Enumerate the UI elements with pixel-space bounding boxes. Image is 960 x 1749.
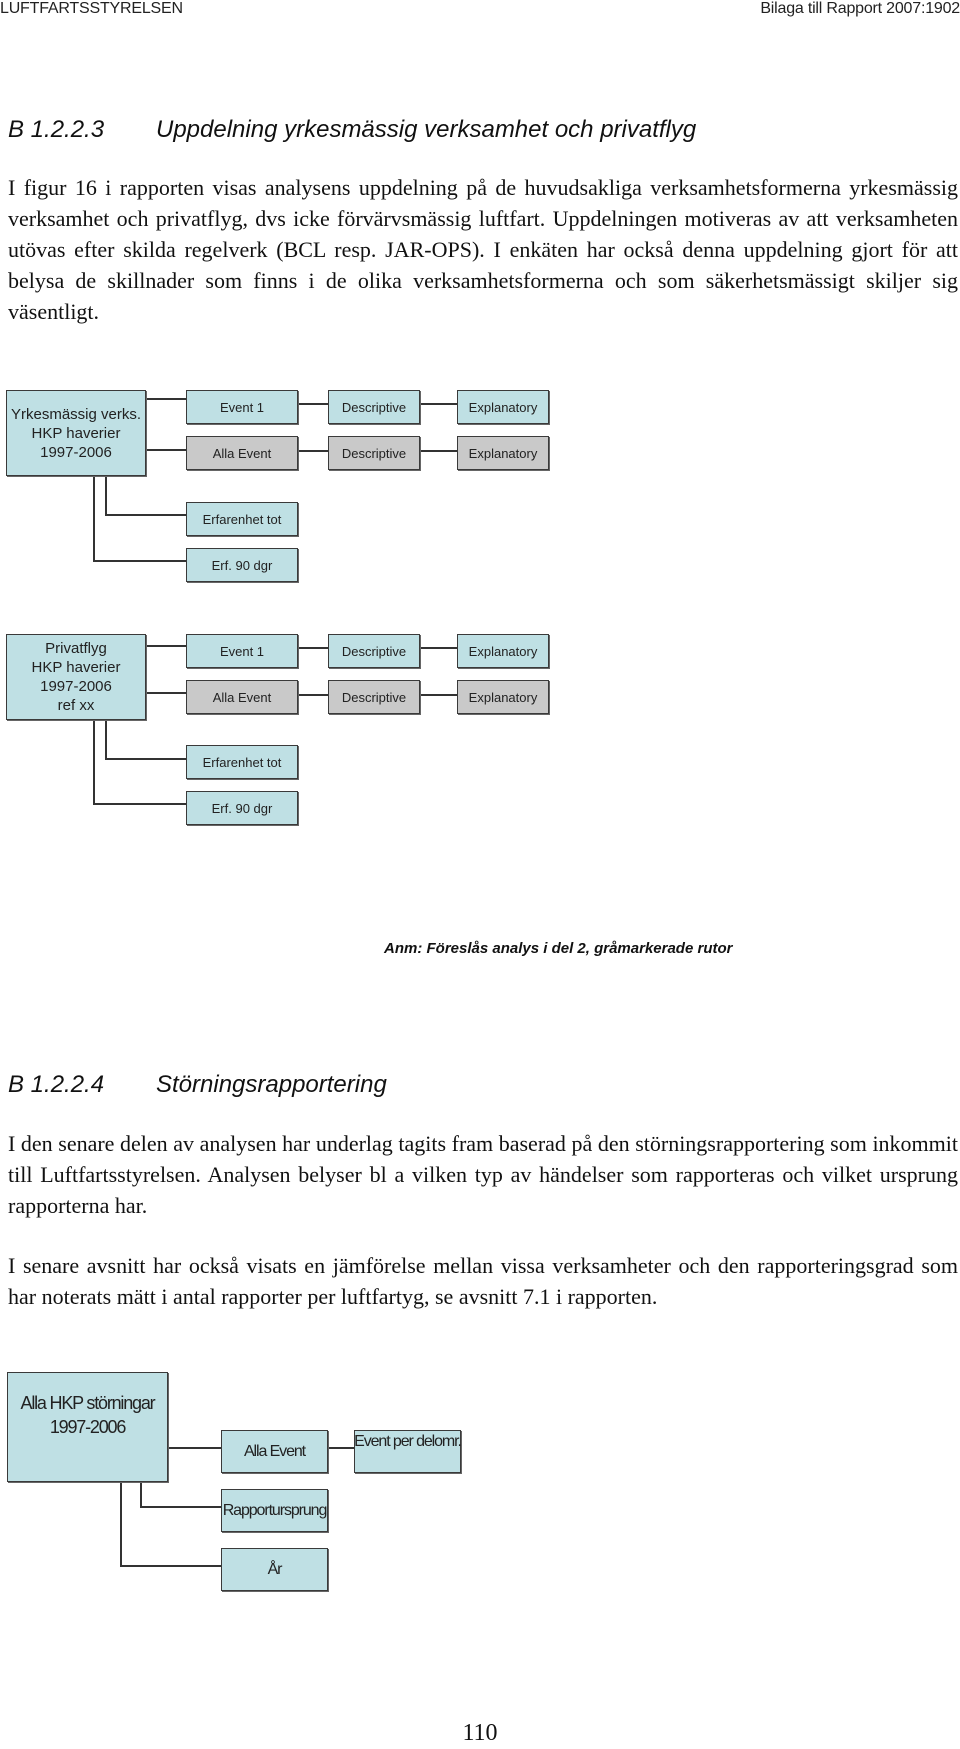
root-label-line: HKP haverier [31,424,121,442]
box-rapportursprung: Rapportursprung [221,1489,328,1532]
connector [120,1565,221,1567]
root-label-line: 1997-2006 [49,1417,126,1437]
connector [298,450,328,452]
section-2-paragraph-2: I senare avsnitt har också visats en jäm… [8,1253,958,1309]
section-title: Uppdelning yrkesmässig verksamhet och pr… [156,116,697,143]
box-explanatory: Explanatory [457,634,549,668]
box-event-1: Event 1 [186,390,298,424]
box-explanatory: Explanatory [457,680,549,714]
connector [140,1506,221,1508]
root-box-yrkesmassig: Yrkesmässig verks. HKP haverier 1997-200… [6,390,146,476]
box-alla-event: Alla Event [221,1430,328,1473]
connector [298,403,328,405]
section-number: B 1.2.2.4 [8,1071,105,1098]
section-heading-2: B 1.2.2.4 Störningsrapportering [8,1071,387,1099]
box-erfarenhet-tot: Erfarenhet tot [186,745,298,779]
box-event-1: Event 1 [186,634,298,668]
box-alla-event: Alla Event [186,436,298,470]
box-alla-event: Alla Event [186,680,298,714]
connector [419,450,457,452]
page-number: 110 [462,1720,498,1746]
section-number: B 1.2.2.3 [8,116,105,143]
root-label-line: HKP haverier [31,659,121,676]
connector [167,1447,221,1449]
root-label-line: 1997-2006 [40,678,112,695]
root-label-line: 1997-2006 [40,443,112,461]
diagram-note: Anm: Föreslås analys i del 2, gråmarkera… [384,940,733,957]
section-2-paragraph-1: I den senare delen av analysen har under… [8,1131,958,1218]
connector [419,647,457,649]
box-event-per-delomr: Event per delomr. [354,1430,462,1473]
header-report-ref: Bilaga till Rapport 2007:1902 [760,0,960,17]
box-erfarenhet-tot: Erfarenhet tot [186,502,298,536]
section-title: Störningsrapportering [156,1071,387,1098]
box-descriptive: Descriptive [328,436,420,470]
connector [105,475,107,515]
connector [93,719,95,804]
connector [120,1481,122,1566]
box-explanatory: Explanatory [457,390,549,424]
box-descriptive: Descriptive [328,680,420,714]
connector [93,475,95,561]
box-descriptive: Descriptive [328,634,420,668]
connector [298,694,328,696]
box-erf-90-dgr: Erf. 90 dgr [186,548,298,582]
section-heading-1: B 1.2.2.3 Uppdelning yrkesmässig verksamh… [8,116,696,144]
root-box-storningar: Alla HKP störningar 1997-2006 [7,1372,168,1482]
box-explanatory: Explanatory [457,436,549,470]
root-label-line: Yrkesmässig verks. [10,405,142,423]
section-1-paragraph: I figur 16 i rapporten visas analysens u… [8,175,958,324]
connector [419,694,457,696]
connector [140,1481,142,1507]
root-label-line: ref xx [57,697,95,714]
root-label-line: Privatflyg [45,640,107,657]
connector [419,403,457,405]
root-label-line: Alla HKP störningar [20,1393,156,1413]
box-ar: År [221,1548,328,1591]
box-erf-90-dgr: Erf. 90 dgr [186,791,298,825]
root-box-privatflyg: Privatflyg HKP haverier 1997-2006 ref xx [6,634,146,720]
connector [105,719,107,759]
connector [327,1447,354,1449]
box-descriptive: Descriptive [328,390,420,424]
header-organization: LUFTFARTSSTYRELSEN [0,0,183,17]
connector [298,647,328,649]
